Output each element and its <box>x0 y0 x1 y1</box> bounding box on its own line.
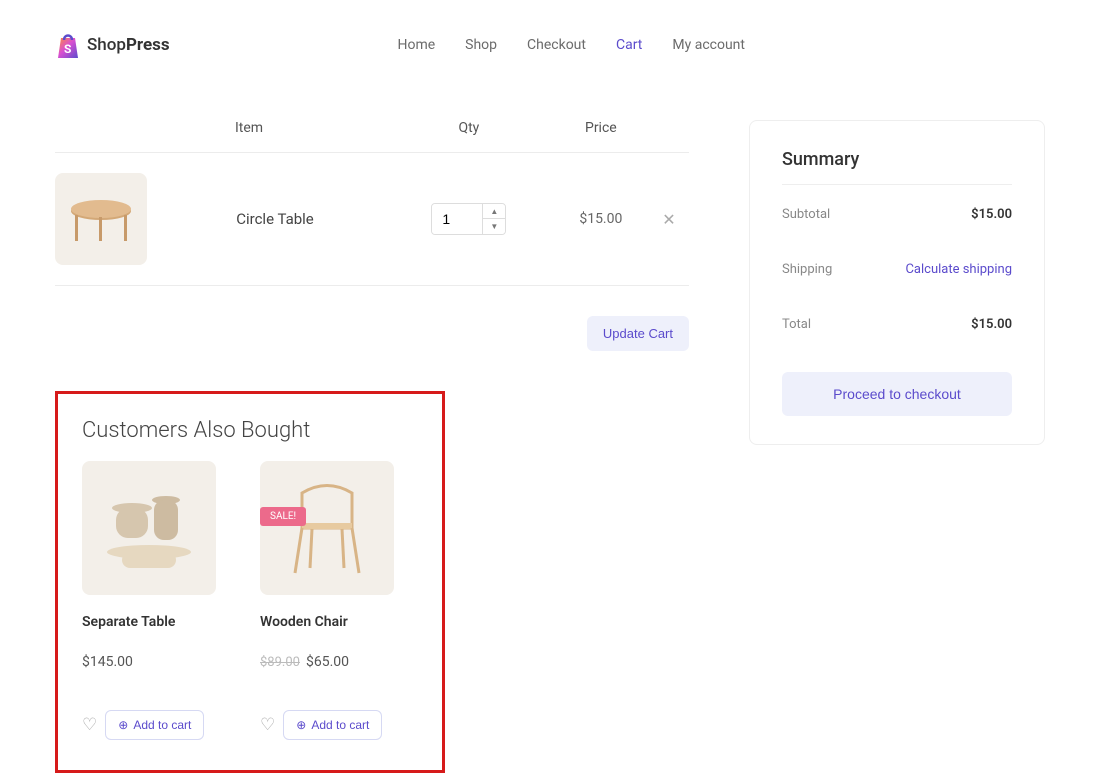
product-price: $145.00 <box>82 654 240 670</box>
product-name[interactable]: Wooden Chair <box>260 613 418 632</box>
heart-icon: ♡ <box>260 715 275 735</box>
col-qty: Qty <box>385 120 553 153</box>
wishlist-button[interactable]: ♡ <box>82 715 97 735</box>
cross-sell-section: Customers Also Bought S <box>55 391 445 773</box>
nav-cart[interactable]: Cart <box>616 37 642 53</box>
col-price: Price <box>553 120 649 153</box>
sale-badge: SALE! <box>260 507 306 526</box>
product-name[interactable]: Separate Table <box>82 613 240 632</box>
product-card: Separate Table $145.00 ♡ ⊕ Add to cart <box>82 461 240 740</box>
heart-icon: ♡ <box>82 715 97 735</box>
plus-circle-icon: ⊕ <box>296 718 306 732</box>
logo-icon: S <box>55 30 81 60</box>
product-thumb[interactable]: SALE! <box>260 461 394 595</box>
add-to-cart-button[interactable]: ⊕ Add to cart <box>283 710 382 740</box>
total-label: Total <box>782 317 811 332</box>
svg-text:S: S <box>64 42 71 56</box>
logo[interactable]: S ShopPress <box>55 30 170 60</box>
product-card: SALE! Wooden Chair <box>260 461 418 740</box>
product-thumb[interactable] <box>55 173 147 265</box>
product-price: $15.00 <box>553 153 649 286</box>
checkout-button[interactable]: Proceed to checkout <box>782 372 1012 416</box>
remove-button[interactable]: ✕ <box>649 153 689 286</box>
nav: Home Shop Checkout Cart My account <box>397 37 745 53</box>
nav-home[interactable]: Home <box>397 37 435 53</box>
summary-title: Summary <box>782 149 1012 185</box>
qty-up[interactable]: ▲ <box>483 204 505 219</box>
total-value: $15.00 <box>971 317 1012 332</box>
cart-row: Circle Table ▲ ▼ $15.00 ✕ <box>55 153 689 286</box>
product-price: $89.00$65.00 <box>260 654 418 670</box>
subtotal-label: Subtotal <box>782 207 830 222</box>
wishlist-button[interactable]: ♡ <box>260 715 275 735</box>
header: S ShopPress Home Shop Checkout Cart My a… <box>0 0 1100 80</box>
qty-input[interactable] <box>432 204 482 234</box>
logo-text: ShopPress <box>87 35 170 55</box>
col-item: Item <box>55 120 385 153</box>
cross-sell-title: Customers Also Bought <box>82 418 418 443</box>
qty-control: ▲ ▼ <box>431 203 506 235</box>
summary-panel: Summary Subtotal $15.00 Shipping Calcula… <box>749 120 1045 445</box>
close-icon: ✕ <box>662 210 675 229</box>
shipping-label: Shipping <box>782 262 832 277</box>
nav-my-account[interactable]: My account <box>672 37 745 53</box>
cart-table: Item Qty Price <box>55 120 689 286</box>
add-to-cart-button[interactable]: ⊕ Add to cart <box>105 710 204 740</box>
plus-circle-icon: ⊕ <box>118 718 128 732</box>
qty-down[interactable]: ▼ <box>483 219 505 234</box>
product-thumb[interactable] <box>82 461 216 595</box>
update-cart-button[interactable]: Update Cart <box>587 316 689 351</box>
nav-checkout[interactable]: Checkout <box>527 37 586 53</box>
nav-shop[interactable]: Shop <box>465 37 497 53</box>
subtotal-value: $15.00 <box>971 207 1012 222</box>
calculate-shipping-link[interactable]: Calculate shipping <box>905 262 1012 277</box>
product-name[interactable]: Circle Table <box>165 153 385 286</box>
